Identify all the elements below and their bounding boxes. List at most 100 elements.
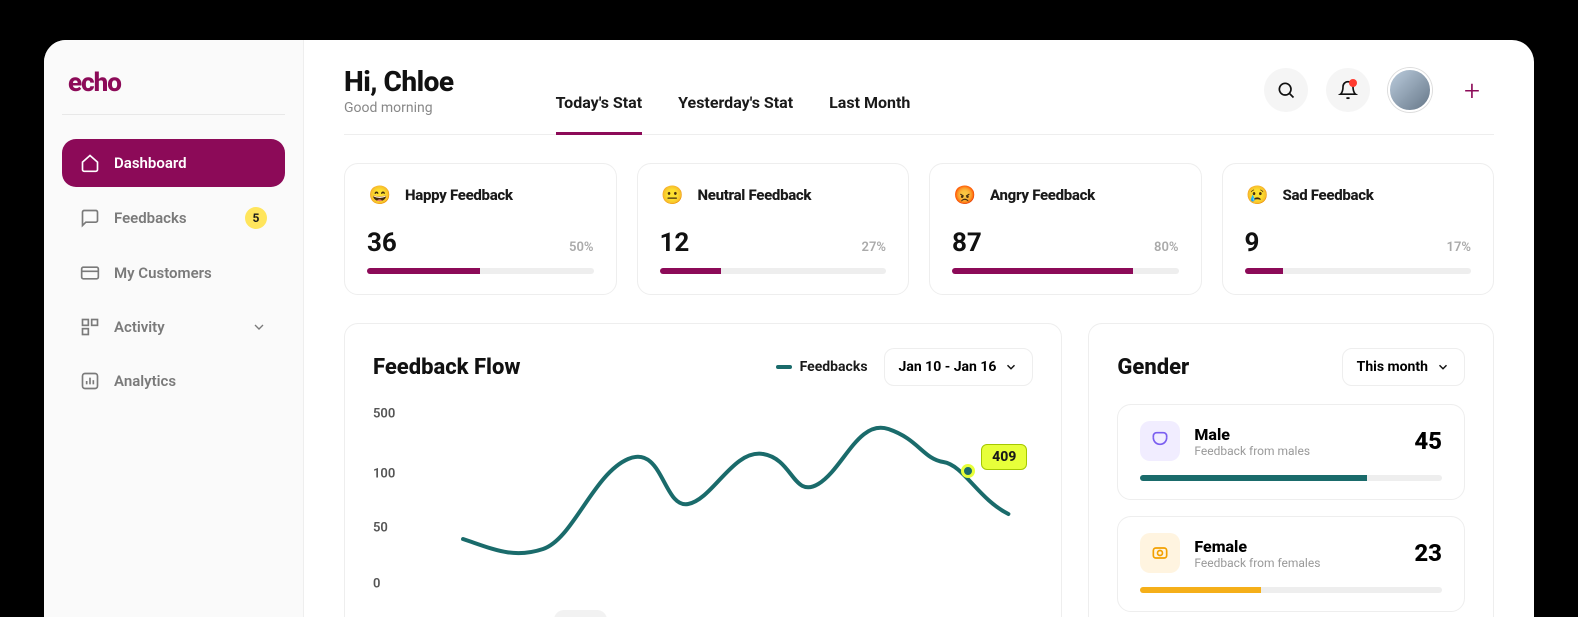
legend-label: Feedbacks bbox=[800, 359, 868, 375]
female-icon bbox=[1140, 533, 1180, 573]
stat-value: 36 bbox=[367, 228, 397, 258]
gender-value: 45 bbox=[1414, 427, 1442, 455]
greeting-title: Hi, Chloe bbox=[344, 65, 454, 98]
panel-title: Gender bbox=[1117, 355, 1189, 380]
gender-title: Female bbox=[1194, 537, 1320, 556]
stat-progress bbox=[660, 268, 887, 274]
stat-title: Angry Feedback bbox=[990, 186, 1095, 204]
angry-emoji-icon: 😡 bbox=[952, 182, 978, 208]
analytics-icon bbox=[80, 371, 100, 391]
male-icon bbox=[1140, 421, 1180, 461]
top-actions: + bbox=[1264, 68, 1494, 112]
search-button[interactable] bbox=[1264, 68, 1308, 112]
stat-cards-row: 😄 Happy Feedback 36 50% 😐 Neutral Feedba… bbox=[344, 163, 1494, 295]
chevron-down-icon bbox=[251, 319, 267, 335]
stat-title: Happy Feedback bbox=[405, 186, 513, 204]
panel-title: Feedback Flow bbox=[373, 355, 520, 380]
date-range-select[interactable]: Jan 10 - Jan 16 bbox=[884, 348, 1034, 386]
stat-card-sad[interactable]: 😢 Sad Feedback 9 17% bbox=[1222, 163, 1495, 295]
lower-panels: Feedback Flow Feedbacks Jan 10 - Jan 16 bbox=[344, 323, 1494, 617]
stat-value: 87 bbox=[952, 228, 982, 258]
greeting-subtitle: Good morning bbox=[344, 100, 454, 116]
sidebar-item-feedbacks[interactable]: Feedbacks 5 bbox=[62, 193, 285, 243]
range-3m[interactable]: 3M bbox=[755, 610, 811, 617]
neutral-emoji-icon: 😐 bbox=[660, 182, 686, 208]
stat-percent: 27% bbox=[862, 240, 886, 255]
avatar[interactable] bbox=[1388, 68, 1432, 112]
sidebar-item-label: My Customers bbox=[114, 264, 212, 282]
sidebar-item-label: Analytics bbox=[114, 372, 176, 390]
stat-value: 12 bbox=[660, 228, 690, 258]
stat-percent: 50% bbox=[569, 240, 593, 255]
stat-tabs: Today's Stat Yesterday's Stat Last Month bbox=[556, 64, 911, 116]
sidebar-item-label: Dashboard bbox=[114, 154, 187, 172]
main-content: Hi, Chloe Good morning Today's Stat Yest… bbox=[304, 40, 1534, 617]
gender-subtitle: Feedback from females bbox=[1194, 556, 1320, 570]
gender-subtitle: Feedback from males bbox=[1194, 444, 1310, 458]
gender-title: Male bbox=[1194, 425, 1310, 444]
stat-title: Sad Feedback bbox=[1283, 186, 1374, 204]
chevron-down-icon bbox=[1004, 360, 1018, 374]
message-icon bbox=[80, 208, 100, 228]
chart-focus-value: 409 bbox=[981, 444, 1027, 470]
topbar: Hi, Chloe Good morning Today's Stat Yest… bbox=[344, 64, 1494, 135]
greeting: Hi, Chloe Good morning bbox=[344, 65, 454, 116]
sidebar-item-my-customers[interactable]: My Customers bbox=[62, 249, 285, 297]
tab-todays-stat[interactable]: Today's Stat bbox=[556, 83, 643, 135]
stat-card-angry[interactable]: 😡 Angry Feedback 87 80% bbox=[929, 163, 1202, 295]
feedback-flow-chart: 500 100 50 0 409 bbox=[373, 404, 1033, 604]
y-tick: 500 bbox=[373, 407, 395, 422]
happy-emoji-icon: 😄 bbox=[367, 182, 393, 208]
chevron-down-icon bbox=[1436, 360, 1450, 374]
notification-dot bbox=[1349, 79, 1357, 87]
stat-progress bbox=[1245, 268, 1472, 274]
card-icon bbox=[80, 263, 100, 283]
sidebar-item-label: Activity bbox=[114, 318, 165, 336]
gender-progress bbox=[1140, 475, 1442, 481]
stat-card-happy[interactable]: 😄 Happy Feedback 36 50% bbox=[344, 163, 617, 295]
sad-emoji-icon: 😢 bbox=[1245, 182, 1271, 208]
legend-swatch bbox=[776, 365, 792, 369]
stat-percent: 17% bbox=[1447, 240, 1471, 255]
gender-value: 23 bbox=[1414, 539, 1442, 567]
home-icon bbox=[80, 153, 100, 173]
stat-card-neutral[interactable]: 😐 Neutral Feedback 12 27% bbox=[637, 163, 910, 295]
range-1y[interactable]: 1Y bbox=[958, 610, 1011, 617]
gender-range-select[interactable]: This month bbox=[1342, 348, 1465, 386]
tab-yesterdays-stat[interactable]: Yesterday's Stat bbox=[678, 83, 793, 135]
stat-percent: 80% bbox=[1154, 240, 1178, 255]
y-tick: 100 bbox=[373, 467, 395, 482]
sidebar-item-label: Feedbacks bbox=[114, 209, 187, 227]
notifications-button[interactable] bbox=[1326, 68, 1370, 112]
gender-panel: Gender This month bbox=[1088, 323, 1494, 617]
range-1d[interactable]: 1D bbox=[456, 610, 509, 617]
time-range-tabs: 1D 5D 1M 3M 6M 1Y bbox=[373, 604, 1033, 617]
stat-value: 9 bbox=[1245, 228, 1260, 258]
range-5d[interactable]: 5D bbox=[554, 610, 607, 617]
stat-title: Neutral Feedback bbox=[698, 186, 812, 204]
activity-icon bbox=[80, 317, 100, 337]
stat-progress bbox=[367, 268, 594, 274]
add-button[interactable]: + bbox=[1450, 68, 1494, 112]
range-1m[interactable]: 1M bbox=[653, 610, 709, 617]
feedback-flow-panel: Feedback Flow Feedbacks Jan 10 - Jan 16 bbox=[344, 323, 1062, 617]
sidebar: echo Dashboard Feedbacks 5 bbox=[44, 40, 304, 617]
sidebar-nav: Dashboard Feedbacks 5 My Customers bbox=[62, 139, 285, 405]
sidebar-item-dashboard[interactable]: Dashboard bbox=[62, 139, 285, 187]
stat-progress bbox=[952, 268, 1179, 274]
search-icon bbox=[1276, 80, 1296, 100]
range-label: Jan 10 - Jan 16 bbox=[899, 359, 997, 375]
tab-last-month[interactable]: Last Month bbox=[829, 83, 910, 135]
sidebar-item-analytics[interactable]: Analytics bbox=[62, 357, 285, 405]
y-tick: 50 bbox=[373, 521, 388, 536]
chart-legend: Feedbacks bbox=[776, 359, 868, 375]
range-6m[interactable]: 6M bbox=[856, 610, 912, 617]
gender-card-male[interactable]: Male Feedback from males 45 bbox=[1117, 404, 1465, 500]
y-tick: 0 bbox=[373, 577, 380, 592]
range-label: This month bbox=[1357, 359, 1428, 375]
gender-card-female[interactable]: Female Feedback from females 23 bbox=[1117, 516, 1465, 612]
brand-logo: echo bbox=[62, 64, 285, 115]
gender-progress bbox=[1140, 587, 1442, 593]
sidebar-item-activity[interactable]: Activity bbox=[62, 303, 285, 351]
plus-icon: + bbox=[1464, 74, 1480, 107]
